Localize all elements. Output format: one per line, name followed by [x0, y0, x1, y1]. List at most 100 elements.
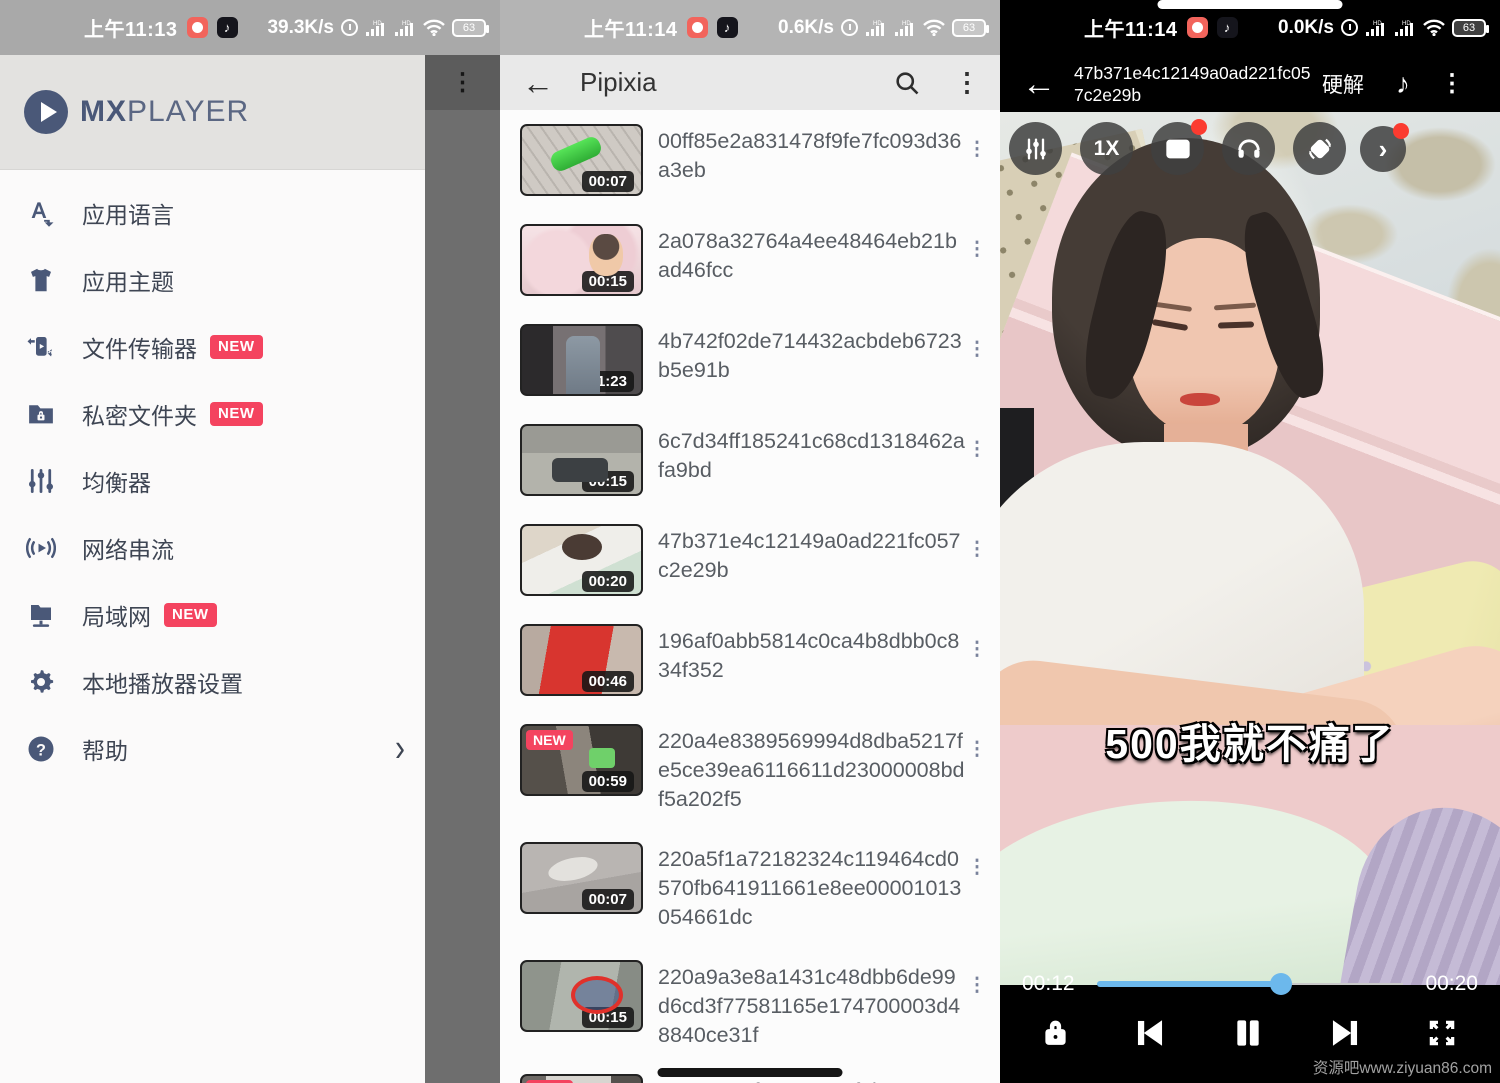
network-speed: 39.3K/s — [267, 17, 334, 39]
signal-icon-2: HD — [894, 19, 916, 37]
menu-label: 局域网 — [82, 598, 151, 632]
menu-item-file-transfer[interactable]: 文件传输器 NEW — [0, 313, 425, 380]
pause-button[interactable] — [1232, 1016, 1264, 1050]
duration-badge: 00:15 — [582, 271, 634, 292]
row-overflow-icon[interactable]: ⋮ — [966, 746, 988, 753]
row-overflow-icon[interactable]: ⋮ — [966, 246, 988, 253]
duration-badge: 00:07 — [582, 889, 634, 910]
row-overflow-icon[interactable]: ⋮ — [966, 864, 988, 871]
lock-button[interactable] — [1042, 1018, 1069, 1048]
navigation-drawer: MXPLAYER 应用语言 应用主题 文件传输器 NEW — [0, 55, 425, 1083]
logo-wordmark: MXPLAYER — [80, 95, 249, 129]
grid-view-icon[interactable] — [832, 68, 862, 98]
gesture-bar[interactable] — [1158, 0, 1343, 9]
face-detail — [1152, 319, 1188, 331]
screen-record-icon — [1187, 17, 1208, 38]
seek-bar[interactable] — [1097, 973, 1404, 995]
menu-item-help[interactable]: ? 帮助 › — [0, 715, 425, 782]
folder-title: Pipixia — [580, 67, 657, 98]
status-bar: 上午11:13 ♪ 39.3K/s HD HD 63 — [0, 0, 500, 55]
video-subtitle: 500我就不痛了 — [1000, 710, 1500, 770]
gesture-bar[interactable] — [658, 1068, 843, 1077]
chevron-right-icon: › — [395, 729, 405, 768]
rotation-lock-button[interactable] — [1293, 122, 1346, 175]
hw-decode-button[interactable]: 硬解 — [1322, 69, 1364, 99]
video-thumbnail: NEW — [520, 1074, 643, 1083]
row-overflow-icon[interactable]: ⋮ — [966, 646, 988, 653]
video-row[interactable]: 00:20 47b371e4c12149a0ad221fc057c2e29b ⋮ — [500, 510, 1000, 610]
overflow-menu-icon[interactable]: ⋮ — [1440, 69, 1464, 98]
logo-player: PLAYER — [127, 95, 249, 128]
video-thumbnail: 00:15 — [520, 960, 643, 1032]
video-filename: 47b371e4c12149a0ad221fc057c2e29b — [658, 527, 966, 585]
drawer-scrim[interactable]: ⋮ — [425, 55, 500, 1083]
menu-item-app-language[interactable]: 应用语言 — [0, 179, 425, 246]
video-row[interactable]: 00:46 196af0abb5814c0ca4b8dbb0c834f352 ⋮ — [500, 610, 1000, 710]
back-button[interactable]: ← — [1022, 67, 1074, 101]
menu-item-network-stream[interactable]: 网络串流 — [0, 514, 425, 581]
video-filename: 220a5f1a72182324c119464cd0570fb641911661… — [658, 845, 966, 932]
clock: 上午11:14 — [1084, 13, 1178, 42]
video-row[interactable]: 00:07 00ff85e2a831478f9fe7fc093d36a3eb ⋮ — [500, 110, 1000, 210]
triple-screenshot: 上午11:13 ♪ 39.3K/s HD HD 63 MXPLAYER — [0, 0, 1500, 1083]
settings-icon — [24, 665, 58, 699]
row-overflow-icon[interactable]: ⋮ — [966, 146, 988, 153]
row-overflow-icon[interactable]: ⋮ — [966, 446, 988, 453]
duration-badge: 00:15 — [582, 1007, 634, 1028]
watermark-text: 资源吧www.ziyuan86.com — [1313, 1056, 1492, 1078]
speed-label: 1X — [1094, 137, 1120, 161]
drawer-header: MXPLAYER — [0, 55, 425, 170]
signal-icon: HD — [865, 19, 887, 37]
fullscreen-button[interactable] — [1426, 1017, 1458, 1049]
previous-button[interactable] — [1132, 1016, 1168, 1050]
menu-item-equalizer[interactable]: 均衡器 — [0, 447, 425, 514]
pip-button[interactable] — [1151, 122, 1204, 175]
duration-badge: 00:20 — [582, 571, 634, 592]
overflow-menu-icon: ⋮ — [451, 68, 475, 97]
menu-label: 文件传输器 — [82, 330, 197, 364]
duration-badge: 00:46 — [582, 671, 634, 692]
back-button[interactable]: ← — [522, 67, 562, 99]
clock: 上午11:13 — [84, 13, 178, 42]
video-row[interactable]: 00:15 220a9a3e8a1431c48dbb6de99d6cd3f775… — [500, 946, 1000, 1064]
menu-item-private-folder[interactable]: 私密文件夹 NEW — [0, 380, 425, 447]
menu-label: 应用主题 — [82, 263, 174, 297]
tiktok-icon: ♪ — [1217, 17, 1238, 38]
menu-item-local-player-settings[interactable]: 本地播放器设置 — [0, 648, 425, 715]
next-button[interactable] — [1327, 1016, 1363, 1050]
stream-icon — [24, 531, 58, 565]
signal-icon: HD — [365, 19, 387, 37]
headphones-button[interactable] — [1222, 122, 1275, 175]
menu-label: 本地播放器设置 — [82, 665, 243, 699]
app-toolbar: ← Pipixia ⋮ — [500, 55, 1000, 110]
seek-thumb[interactable] — [1270, 973, 1292, 995]
more-controls-button[interactable]: › — [1360, 126, 1406, 172]
row-overflow-icon[interactable]: ⋮ — [966, 346, 988, 353]
status-right: 39.3K/s HD HD 63 — [267, 17, 486, 39]
equalizer-button[interactable] — [1009, 122, 1062, 175]
video-frame[interactable]: 500我就不痛了 1X › — [1000, 112, 1500, 985]
video-filename: 4b742f02de714432acbdeb6723b5e91b — [658, 327, 966, 385]
row-overflow-icon[interactable]: ⋮ — [966, 546, 988, 553]
overflow-menu-icon[interactable]: ⋮ — [952, 68, 982, 98]
video-row[interactable]: 01:23 4b742f02de714432acbdeb6723b5e91b ⋮ — [500, 310, 1000, 410]
menu-item-lan[interactable]: 局域网 NEW — [0, 581, 425, 648]
help-icon: ? — [24, 732, 58, 766]
video-row[interactable]: NEW 00:59 220a4e8389569994d8dba5217fe5ce… — [500, 710, 1000, 828]
video-filename: 220a3804fc03a394af0b8a84e2 — [658, 1077, 988, 1083]
video-row[interactable]: 00:15 2a078a32764a4ee48464eb21bad46fcc ⋮ — [500, 210, 1000, 310]
menu-label: 均衡器 — [82, 464, 151, 498]
menu-label: 帮助 — [82, 732, 128, 766]
video-row[interactable]: 00:15 6c7d34ff185241c68cd1318462afa9bd ⋮ — [500, 410, 1000, 510]
menu-item-app-theme[interactable]: 应用主题 — [0, 246, 425, 313]
clock: 上午11:14 — [584, 13, 678, 42]
row-overflow-icon[interactable]: ⋮ — [966, 982, 988, 989]
playback-speed-button[interactable]: 1X — [1080, 122, 1133, 175]
mx-player-logo: MXPLAYER — [24, 90, 249, 134]
face-detail — [1214, 303, 1256, 311]
duration-badge: 00:15 — [582, 471, 634, 492]
video-filename: 220a9a3e8a1431c48dbb6de99d6cd3f77581165e… — [658, 963, 966, 1050]
audio-track-icon[interactable]: ♪ — [1396, 68, 1410, 100]
video-row[interactable]: 00:07 220a5f1a72182324c119464cd0570fb641… — [500, 828, 1000, 946]
search-icon[interactable] — [892, 68, 922, 98]
